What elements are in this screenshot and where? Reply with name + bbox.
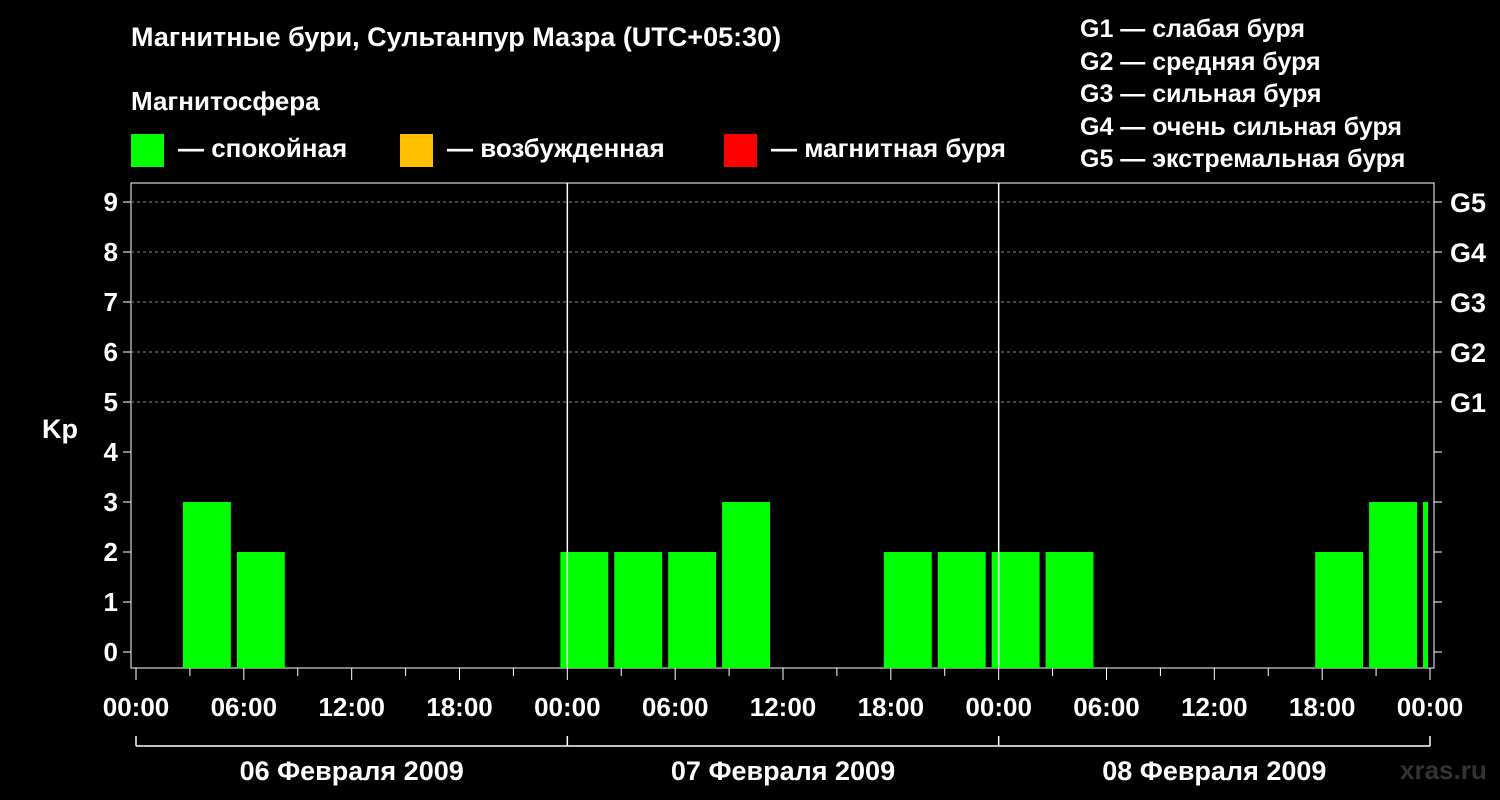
y-tick-label: 7 (104, 287, 118, 317)
x-tick-label: 18:00 (426, 692, 493, 722)
kp-bar (883, 552, 932, 668)
y-axis-label: Kp (42, 414, 78, 444)
g-level-label: G1 (1450, 388, 1486, 418)
g-level-label: G2 (1450, 338, 1486, 368)
kp-bar (1045, 552, 1094, 668)
plot-frame (130, 182, 1435, 669)
day-label: 07 Февраля 2009 (671, 756, 895, 786)
x-tick-label: 12:00 (750, 692, 817, 722)
y-tick-label: 9 (104, 187, 118, 217)
x-tick-label: 00:00 (103, 692, 170, 722)
kp-bar (1423, 502, 1428, 668)
y-tick-label: 4 (104, 437, 119, 467)
kp-bar (668, 552, 717, 668)
y-tick-label: 3 (104, 487, 118, 517)
watermark: xras.ru (1400, 755, 1487, 785)
y-tick-label: 8 (104, 237, 118, 267)
y-tick-label: 1 (104, 587, 118, 617)
day-label: 08 Февраля 2009 (1102, 756, 1326, 786)
kp-bar (722, 502, 771, 668)
y-tick-label: 0 (104, 637, 118, 667)
x-tick-label: 06:00 (211, 692, 278, 722)
kp-chart: 0 1 2 3 4 5 6 7 8 9 Kp G1 G2 G3 G4 G5 00:00 06:00 12:00 18:… (42, 182, 1486, 786)
kp-bar (937, 552, 986, 668)
kp-bar (1315, 552, 1364, 668)
x-tick-label: 00:00 (965, 692, 1032, 722)
x-tick-label: 12:00 (318, 692, 385, 722)
kp-bar (182, 502, 231, 668)
x-tick-label: 06:00 (642, 692, 709, 722)
x-tick-label: 18:00 (858, 692, 925, 722)
kp-bar (1369, 502, 1418, 668)
g-level-label: G4 (1450, 238, 1486, 268)
y-tick-label: 6 (104, 337, 118, 367)
g-level-label: G3 (1450, 288, 1486, 318)
x-tick-label: 00:00 (1397, 692, 1464, 722)
x-tick-label: 00:00 (534, 692, 601, 722)
x-tick-label: 18:00 (1289, 692, 1356, 722)
g-level-label: G5 (1450, 188, 1486, 218)
y-tick-label: 2 (104, 537, 118, 567)
y-tick-label: 5 (104, 387, 118, 417)
day-label: 06 Февраля 2009 (240, 756, 464, 786)
kp-bar (614, 552, 663, 668)
x-tick-label: 06:00 (1073, 692, 1140, 722)
kp-bar (236, 552, 285, 668)
x-tick-label: 12:00 (1181, 692, 1248, 722)
